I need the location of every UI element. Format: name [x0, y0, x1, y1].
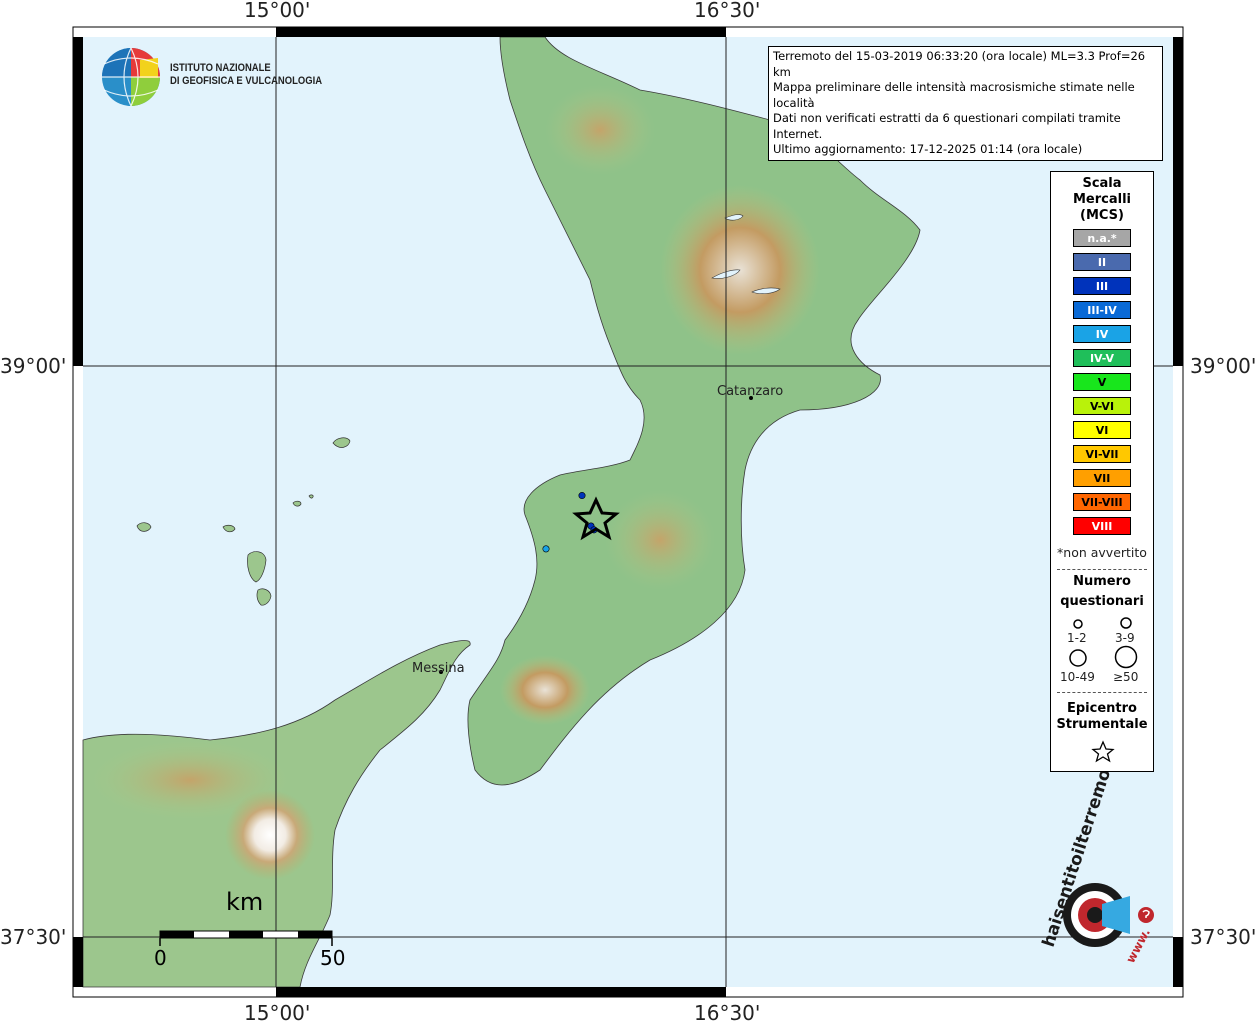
- observation-point[interactable]: [578, 492, 586, 500]
- legend-chip-ii: II: [1073, 253, 1131, 271]
- size-label-1-2: 1-2: [1067, 631, 1087, 645]
- legend-chip-iv: IV: [1073, 325, 1131, 343]
- event-info-line: Terremoto del 15-03-2019 06:33:20 (ora l…: [773, 49, 1146, 79]
- epicenter-title: Epicentro Strumentale: [1056, 701, 1148, 732]
- legend-chip-v: V: [1073, 373, 1131, 391]
- scale-bar-start: 0: [154, 946, 167, 970]
- size-label-3-9: 3-9: [1115, 631, 1135, 645]
- lon-label-bottom-2: 16°30': [694, 1001, 761, 1025]
- legend-chip-viii: VIII: [1073, 517, 1131, 535]
- mcs-legend: Scala Mercalli (MCS) n.a.* II III III-IV IV I…: [1050, 171, 1154, 772]
- lon-label-bottom-1: 15°00': [244, 1001, 311, 1025]
- institute-name: ISTITUTO NAZIONALE DI GEOFISICA E VULCAN…: [170, 62, 323, 87]
- legend-divider: [1057, 692, 1147, 693]
- scale-bar-end: 50: [320, 946, 346, 970]
- size-3-9: [1120, 617, 1132, 629]
- lat-label-left-2: 37°30': [0, 925, 67, 949]
- event-info-line: Dati non verificati estratti da 6 questi…: [773, 111, 1121, 141]
- count-title: Numero questionari: [1060, 574, 1144, 609]
- lon-label-top-2: 16°30': [694, 0, 761, 22]
- legend-title: Scala Mercalli (MCS): [1072, 176, 1131, 223]
- aspromonte: [500, 655, 590, 725]
- city-label-messina: Messina: [412, 661, 465, 676]
- event-info-line: Ultimo aggiornamento: 17-12-2025 01:14 (…: [773, 142, 1083, 156]
- legend-chip-vi-vii: VI-VII: [1073, 445, 1131, 463]
- not-felt-note: *non avvertito: [1057, 545, 1147, 560]
- legend-chip-v-vi: V-VI: [1073, 397, 1131, 415]
- lat-label-right-1: 39°00': [1190, 354, 1255, 378]
- event-info-box: Terremoto del 15-03-2019 06:33:20 (ora l…: [768, 46, 1163, 161]
- lon-label-top-1: 15°00': [244, 0, 311, 22]
- city-label-catanzaro: Catanzaro: [717, 384, 784, 399]
- legend-divider: [1057, 569, 1147, 570]
- observation-point[interactable]: [542, 545, 550, 553]
- legend-chip-iii: III: [1073, 277, 1131, 295]
- legend-chip-vii-viii: VII-VIII: [1073, 493, 1131, 511]
- size-50: [1114, 645, 1138, 669]
- legend-chip-iii-iv: III-IV: [1073, 301, 1131, 319]
- size-label-10-49: 10-49: [1060, 670, 1095, 684]
- etna: [225, 790, 315, 880]
- lat-label-left-1: 39°00': [0, 354, 67, 378]
- event-info-line: Mappa preliminare delle intensità macros…: [773, 80, 1135, 110]
- legend-chip-vii: VII: [1073, 469, 1131, 487]
- size-10-49: [1069, 649, 1087, 667]
- legend-chip-vi: VI: [1073, 421, 1131, 439]
- epicenter-legend-icon: [1091, 740, 1115, 763]
- scale-bar-unit: km: [226, 888, 264, 916]
- size-1-2: [1073, 619, 1083, 629]
- legend-chip-n-a-: n.a.*: [1073, 229, 1131, 247]
- lat-label-right-2: 37°30': [1190, 925, 1255, 949]
- legend-chip-iv-v: IV-V: [1073, 349, 1131, 367]
- ingv-logo-icon: [102, 47, 160, 107]
- size-label-50: ≥50: [1113, 670, 1139, 684]
